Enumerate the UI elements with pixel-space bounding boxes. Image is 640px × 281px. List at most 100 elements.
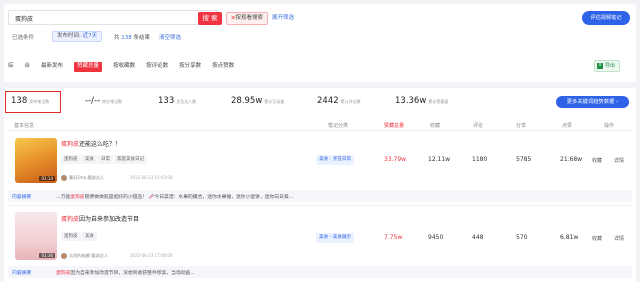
sort-bar: 综 合 最新发布 赞藏总量 按收藏数 按评论数 按分享数 按点赞数: [8, 62, 245, 72]
comment-value: 448: [472, 234, 484, 241]
clear-filter-link[interactable]: 清空筛选: [159, 33, 181, 41]
filter-chip-time[interactable]: 发布时间: 近7天: [52, 31, 103, 42]
favorite-link[interactable]: 收藏: [592, 157, 602, 164]
excel-icon: X: [597, 62, 603, 69]
favorite-link[interactable]: 收藏: [592, 235, 602, 242]
note-title[interactable]: 蛋狗皮因为自来参加改造节目: [61, 214, 139, 223]
note-tag: 蛋狗皮: [61, 155, 81, 164]
export-label: 导出: [605, 63, 616, 69]
note-title[interactable]: 蛋狗皮还能这么吃？！: [61, 139, 121, 148]
title-rest: 因为自来参加改造节目: [79, 216, 140, 223]
total-value: 33.79w: [384, 156, 407, 163]
video-duration: 01:36: [39, 253, 55, 258]
summary-text: 蛋狗皮因为自来参加改造节目，没想到收获整件惨案，当场动画...: [56, 269, 195, 276]
sort-item[interactable]: 按评论数: [146, 62, 168, 72]
stat-label: 累计互动量: [264, 99, 285, 104]
th-basic: 基本信息: [14, 123, 35, 129]
like-value: 6.81w: [560, 234, 579, 241]
publish-date: 2022-06-23 15:03:08: [130, 175, 173, 180]
title-keyword: 蛋狗皮: [61, 216, 80, 223]
note-thumbnail[interactable]: 01:14: [15, 138, 57, 183]
chip-label: 发布时间:: [57, 33, 81, 39]
title-rest: 还能这么吃？！: [79, 141, 122, 148]
result-count: 共 138 条结果: [114, 33, 150, 41]
sort-item[interactable]: 合: [25, 62, 31, 72]
sort-item[interactable]: 按收藏数: [113, 62, 135, 72]
share-value: 5785: [516, 156, 532, 163]
stat-value: 28.95w: [231, 96, 263, 106]
note-tag: 美食: [82, 155, 97, 164]
comment-value: 1180: [472, 156, 488, 163]
result-prefix: 共: [114, 35, 120, 41]
search-by-view-button[interactable]: ≥按观看搜索: [226, 12, 268, 25]
stat-likes: 13.36w 累计赞藏量: [395, 96, 448, 106]
stat-value: 2442: [317, 96, 339, 106]
summary-label: 内容摘要: [12, 271, 32, 276]
title-keyword: 蛋狗皮: [61, 141, 80, 148]
result-number: 138: [121, 35, 132, 41]
avatar: [61, 175, 67, 181]
summary-post: 随便做做就是挺好的小甜品！ 🥢今日菜谱：水果的撮合，迷你水果摊，迷你小蛋饼，迷你…: [84, 195, 294, 200]
category-badge: 美食 - 烹饪日常: [316, 155, 355, 165]
search-button[interactable]: 搜 索: [198, 12, 222, 25]
author-name: 太阳的喵酱: [69, 253, 90, 258]
divider: [8, 205, 632, 206]
summary-text: ...万能蛋狗皮随便做做就是挺好的小甜品！ 🥢今日菜谱：水果的撮合，迷你水果摊，…: [56, 193, 293, 200]
summary-keyword: 蛋狗皮: [56, 271, 71, 276]
th-share: 分享: [516, 123, 527, 129]
stat-value: 13.36w: [395, 96, 427, 106]
sort-item[interactable]: 按分享数: [179, 62, 201, 72]
stat-comments: 2442 累计评论数: [317, 96, 361, 106]
stat-business: --/-- 商业笔记数: [85, 96, 122, 106]
sort-item[interactable]: 最新发布: [41, 62, 63, 72]
selected-filters-label: 已选条件: [12, 35, 35, 41]
author-tier: 腰部达人: [91, 253, 109, 258]
stat-value: 133: [158, 96, 175, 106]
stat-label: 商业笔记数: [102, 99, 123, 104]
author-name: 寡妇Orla: [69, 175, 87, 180]
export-button[interactable]: X 导出: [594, 60, 620, 72]
keyword-trend-button[interactable]: 更多关键词趋势数据 ›: [556, 96, 629, 108]
author[interactable]: 太阳的喵酱 腰部达人: [61, 253, 108, 259]
like-value: 21.68w: [560, 156, 583, 163]
note-tag: 日常: [98, 155, 113, 164]
note-thumbnail[interactable]: 01:36: [15, 212, 57, 260]
video-duration: 01:14: [39, 176, 55, 181]
th-like: 点赞: [562, 123, 573, 129]
th-category: 笔记分类: [328, 123, 349, 129]
collect-value: 9450: [428, 234, 444, 241]
share-value: 570: [516, 234, 528, 241]
sort-item[interactable]: 综: [8, 62, 14, 72]
detail-link[interactable]: 详情: [614, 235, 624, 242]
stat-interactions: 28.95w 累计互动量: [231, 96, 284, 106]
search-input[interactable]: 蛋狗皮: [8, 10, 218, 25]
th-comment: 评论: [473, 123, 484, 129]
sort-item[interactable]: 按点赞数: [212, 62, 234, 72]
th-collect: 收藏: [430, 123, 441, 129]
stat-label: 累计赞藏量: [428, 99, 449, 104]
chip-value: 近7天: [82, 33, 98, 39]
publish-date: 2022-06-23 17:06:00: [130, 253, 173, 258]
th-total: 赞藏总量: [384, 123, 405, 129]
note-tag: 蛋狗皮: [61, 232, 81, 241]
detail-link[interactable]: 详情: [614, 157, 624, 164]
stat-label: 累计评论数: [340, 99, 361, 104]
author[interactable]: 寡妇Orla 腰部达人: [61, 175, 104, 181]
avatar: [61, 253, 67, 259]
summary-label: 内容摘要: [12, 195, 32, 200]
sort-item-active[interactable]: 赞藏总量: [74, 62, 103, 72]
stat-creators: 133 涉及达人数: [158, 96, 196, 106]
search-by-view-label: 按观看搜索: [235, 15, 264, 21]
category-badge: 美食 - 美食展示: [316, 233, 355, 243]
content-summary: 内容摘要 蛋狗皮因为自来参加改造节目，没想到收获整件惨案，当场动画...: [8, 266, 632, 278]
note-tag: 家庭美食日记: [114, 155, 147, 164]
summary-pre: ...万能: [56, 195, 71, 200]
eval-note-button[interactable]: 评估视频笔记: [582, 11, 630, 25]
collect-value: 12.11w: [428, 156, 451, 163]
th-op: 操作: [604, 123, 615, 129]
content-summary: 内容摘要 ...万能蛋狗皮随便做做就是挺好的小甜品！ 🥢今日菜谱：水果的撮合，迷你…: [8, 190, 632, 202]
expand-filter-link[interactable]: 展开筛选: [272, 13, 294, 24]
stat-value: --/--: [85, 96, 101, 106]
summary-post: 因为自来参加改造节目，没想到收获整件惨案，当场动画...: [70, 271, 195, 276]
author-tier: 腰部达人: [87, 175, 105, 180]
